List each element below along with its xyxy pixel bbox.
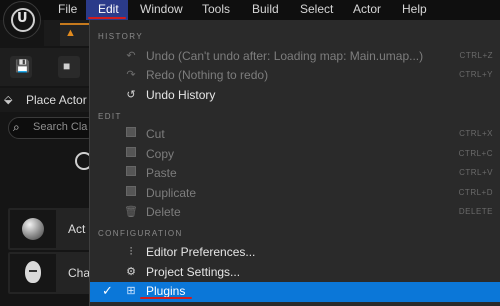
menu-actor[interactable]: Actor bbox=[353, 0, 389, 20]
menu-help[interactable]: Help bbox=[402, 0, 436, 20]
sliders-icon: ⫶ bbox=[129, 246, 133, 258]
menu-item-duplicate[interactable]: Duplicate CTRL+D bbox=[90, 184, 500, 203]
mode-button[interactable]: ■ bbox=[58, 56, 80, 78]
duplicate-icon bbox=[124, 186, 138, 200]
edit-annotation-underline bbox=[88, 17, 126, 19]
menu-tools[interactable]: Tools bbox=[202, 0, 240, 20]
undo-icon: ↶ bbox=[126, 50, 136, 62]
section-header-configuration: CONFIGURATION bbox=[98, 229, 183, 238]
search-icon: ⌕ bbox=[13, 120, 20, 134]
actor-item-label: Act bbox=[68, 222, 86, 236]
save-icon: 💾 bbox=[15, 59, 30, 73]
search-box[interactable]: ⌕ bbox=[8, 117, 98, 139]
save-button[interactable]: 💾 bbox=[10, 56, 32, 78]
character-thumbnail bbox=[10, 254, 56, 292]
menu-file[interactable]: File bbox=[58, 0, 84, 20]
select-mode-icon: ■ bbox=[63, 59, 71, 73]
paste-icon bbox=[124, 166, 138, 180]
menu-item-redo[interactable]: ↷ Redo (Nothing to redo) CTRL+Y bbox=[90, 66, 500, 85]
copy-icon bbox=[124, 147, 138, 161]
section-header-history: HISTORY bbox=[98, 32, 144, 41]
actor-item-label: Cha bbox=[68, 266, 91, 280]
menu-item-undo-history[interactable]: ↺ Undo History bbox=[90, 86, 500, 105]
place-actors-header: ⬙ Place Actor bbox=[0, 88, 90, 112]
edit-menu-dropdown: HISTORY ↶ Undo (Can't undo after: Loadin… bbox=[89, 20, 500, 306]
level-tab-icon: ▲ bbox=[65, 27, 76, 39]
gear-icon: ⚙ bbox=[126, 266, 136, 278]
menu-item-copy[interactable]: Copy CTRL+C bbox=[90, 145, 500, 164]
level-tab[interactable]: ▲ bbox=[60, 23, 90, 46]
sphere-thumbnail bbox=[10, 210, 56, 248]
unreal-logo-icon[interactable]: U bbox=[3, 1, 41, 39]
menu-item-paste[interactable]: Paste CTRL+V bbox=[90, 164, 500, 183]
level-tab-strip: ▲ bbox=[44, 20, 90, 46]
menu-item-plugins[interactable]: ✓ ⊞ Plugins bbox=[90, 282, 500, 302]
menu-build[interactable]: Build bbox=[252, 0, 288, 20]
menu-item-cut[interactable]: Cut CTRL+X bbox=[90, 125, 500, 144]
delete-icon: 🗑 bbox=[124, 206, 138, 218]
menu-window[interactable]: Window bbox=[140, 0, 190, 20]
plugins-annotation-underline bbox=[140, 297, 192, 299]
actor-item-actor[interactable]: Act bbox=[8, 208, 98, 250]
search-input[interactable] bbox=[33, 121, 93, 133]
cut-icon bbox=[124, 127, 138, 141]
redo-icon: ↷ bbox=[126, 69, 136, 81]
section-header-edit: EDIT bbox=[98, 112, 122, 121]
menu-item-delete[interactable]: 🗑 Delete DELETE bbox=[90, 203, 500, 222]
checkmark-icon: ✓ bbox=[102, 283, 113, 298]
menu-item-editor-preferences[interactable]: ⫶ Editor Preferences... bbox=[90, 243, 500, 262]
place-actors-title: Place Actor bbox=[26, 93, 87, 107]
menu-select[interactable]: Select bbox=[300, 0, 340, 20]
menu-item-project-settings[interactable]: ⚙ Project Settings... bbox=[90, 263, 500, 282]
plugin-icon: ⊞ bbox=[126, 285, 136, 297]
menu-item-undo[interactable]: ↶ Undo (Can't undo after: Loading map: M… bbox=[90, 47, 500, 66]
menu-bar: U File Edit Window Tools Build Select Ac… bbox=[0, 0, 500, 39]
main-toolbar: 💾 ■ bbox=[0, 48, 90, 86]
undo-history-icon: ↺ bbox=[126, 89, 136, 101]
actor-item-character[interactable]: Cha bbox=[8, 252, 98, 294]
place-actors-icon: ⬙ bbox=[4, 94, 13, 106]
